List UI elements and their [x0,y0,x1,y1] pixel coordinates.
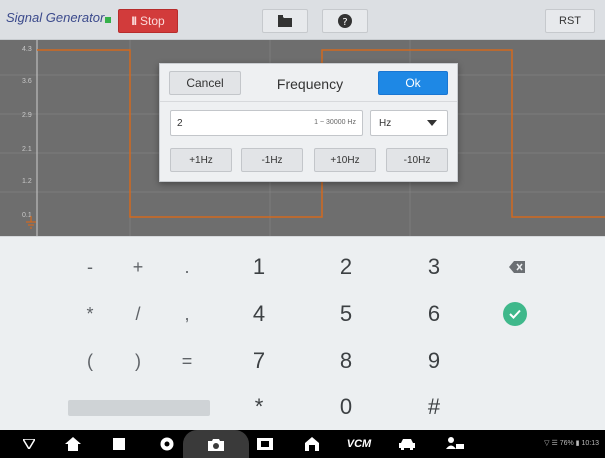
plus-1hz-button[interactable]: +1Hz [170,148,232,172]
cancel-button[interactable]: Cancel [169,71,241,95]
folder-icon [278,15,292,27]
status-bar-text: ▽ ☰ 76% ▮ 10:13 [544,440,599,447]
y-tick: 4.3 [22,46,32,53]
key-2[interactable]: 2 [316,247,376,287]
app-title-text: Signal Generator [6,10,105,25]
key-comma[interactable]: , [157,294,217,334]
vcm-label: VCM [346,438,372,450]
system-nav-bar: VCM ▽ ☰ 76% ▮ 10:13 [0,430,605,458]
unit-select[interactable]: Hz [370,110,448,136]
key-5[interactable]: 5 [316,294,376,334]
key-6[interactable]: 6 [404,294,464,334]
screen-record-icon[interactable] [256,435,274,453]
backspace-icon [509,261,525,273]
y-tick: 2.9 [22,112,32,119]
key-equals[interactable]: = [157,341,217,381]
dialog-divider [160,101,457,102]
backspace-key[interactable] [487,247,547,287]
help-button[interactable]: ? [322,9,368,33]
dialog-title: Frequency [276,76,344,92]
frequency-range-hint: 1 ~ 30000 Hz [314,119,356,126]
key-period[interactable]: . [157,247,217,287]
camera-icon[interactable] [207,435,225,453]
svg-text:?: ? [342,17,347,28]
plus-10hz-button[interactable]: +10Hz [314,148,376,172]
top-toolbar: Signal Generator II Stop ? RST [0,0,605,40]
check-icon [503,302,527,326]
vcm-icon[interactable]: VCM [345,435,373,453]
key-8[interactable]: 8 [316,341,376,381]
y-tick: 2.1 [22,146,32,153]
frequency-value: 2 [177,118,183,129]
user-car-icon[interactable] [446,435,464,453]
minus-10hz-button[interactable]: -10Hz [386,148,448,172]
frequency-dialog: Cancel Frequency Ok 2 1 ~ 30000 Hz Hz +1… [159,63,458,182]
key-3[interactable]: 3 [404,247,464,287]
app-title: Signal Generator [6,10,112,25]
car-icon[interactable] [398,435,416,453]
minus-1hz-button[interactable]: -1Hz [241,148,303,172]
numeric-keypad: - + . 1 2 3 * / , 4 5 6 ( ) = 7 8 9 * 0 … [0,236,605,430]
y-tick: 1.2 [22,178,32,185]
y-tick: 3.6 [22,78,32,85]
key-hash[interactable]: # [404,387,464,427]
back-icon[interactable] [20,435,38,453]
key-7[interactable]: 7 [229,341,289,381]
help-icon: ? [338,14,352,28]
key-star[interactable]: * [229,387,289,427]
key-1[interactable]: 1 [229,247,289,287]
recents-icon[interactable] [110,435,128,453]
ok-button[interactable]: Ok [378,71,448,95]
browser-icon[interactable] [158,435,176,453]
reset-button[interactable]: RST [545,9,595,33]
status-dot-icon [105,17,112,23]
space-key[interactable] [68,400,210,416]
key-4[interactable]: 4 [229,294,289,334]
frequency-input[interactable]: 2 1 ~ 30000 Hz [170,110,363,136]
unit-value: Hz [379,118,392,129]
key-9[interactable]: 9 [404,341,464,381]
ground-icon [26,216,36,229]
garage-icon[interactable] [303,435,321,453]
folder-button[interactable] [262,9,308,33]
stop-button[interactable]: II Stop [118,9,178,33]
enter-key[interactable] [485,294,545,334]
pause-icon: II [131,14,137,28]
home-icon[interactable] [64,435,82,453]
dropdown-arrow-icon [417,111,447,135]
key-0[interactable]: 0 [316,387,376,427]
stop-label: Stop [139,14,165,28]
